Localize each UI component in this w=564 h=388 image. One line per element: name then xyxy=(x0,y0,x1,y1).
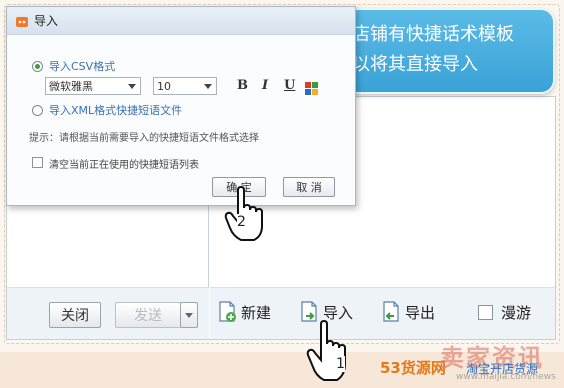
roam-toggle[interactable]: 漫游 xyxy=(478,300,531,324)
new-phrase-button[interactable]: 新建 xyxy=(218,300,271,324)
hand-pointer-icon xyxy=(224,185,270,242)
cancel-button[interactable]: 取 消 xyxy=(283,177,335,197)
app-icon xyxy=(15,14,29,28)
callout-line-2: 可以将其直接导入 xyxy=(334,54,478,75)
export-phrase-button[interactable]: 导出 xyxy=(382,300,435,324)
new-phrase-label: 新建 xyxy=(241,303,272,322)
step-2-label: 2 xyxy=(237,214,246,230)
underline-button[interactable]: U xyxy=(284,78,295,93)
roam-label: 漫游 xyxy=(501,303,532,322)
watermark-brand: 53货源网 xyxy=(380,359,446,377)
roam-checkbox[interactable] xyxy=(478,304,493,320)
close-button[interactable]: 关闭 xyxy=(49,302,101,328)
chat-bottom-bar: 关闭 发送 xyxy=(7,287,209,339)
export-phrase-label: 导出 xyxy=(405,303,436,322)
bold-button[interactable]: B xyxy=(237,78,248,93)
export-document-icon xyxy=(382,301,402,323)
font-size-value: 10 xyxy=(157,79,171,93)
callout-line-1: 若店铺有快捷话术模板 xyxy=(334,24,514,45)
xml-option-label: 导入XML格式快捷短语文件 xyxy=(49,104,183,117)
send-options-dropdown[interactable] xyxy=(180,302,198,328)
hint-text: 提示：请根据当前需要导入的快捷短语文件格式选择 xyxy=(29,133,259,144)
send-label: 发送 xyxy=(134,308,162,324)
chevron-down-icon xyxy=(128,84,136,89)
new-document-icon xyxy=(218,301,238,323)
hand-pointer-icon xyxy=(306,319,356,382)
dialog-title: 导入 xyxy=(34,14,59,28)
clear-list-label: 清空当前正在使用的快捷短语列表 xyxy=(49,160,199,171)
send-button[interactable]: 发送 xyxy=(115,302,181,328)
italic-button[interactable]: I xyxy=(262,78,268,93)
step-1-label: 1 xyxy=(336,356,345,372)
callout-bubble: 若店铺有快捷话术模板 可以将其直接导入 xyxy=(322,8,555,94)
dialog-body: 导入CSV格式 微软雅黑 10 B I U 导入XML格式快捷短语文件 提示：请… xyxy=(7,35,355,205)
chevron-down-icon xyxy=(204,84,212,89)
dialog-title-bar: 导入 xyxy=(7,7,355,35)
chevron-down-icon xyxy=(185,312,193,318)
color-picker-icon[interactable] xyxy=(305,80,318,95)
font-name-value: 微软雅黑 xyxy=(49,80,93,93)
csv-option-label: 导入CSV格式 xyxy=(49,60,116,73)
watermark-url: www.maijia.com/news xyxy=(456,372,556,382)
clear-list-checkbox[interactable] xyxy=(32,157,43,168)
font-name-select[interactable]: 微软雅黑 xyxy=(45,77,141,95)
import-dialog: 导入 导入CSV格式 微软雅黑 10 B I U 导入XML格式快捷短语文件 提… xyxy=(6,6,356,206)
csv-radio[interactable] xyxy=(32,61,43,72)
tutorial-frame: 关闭 发送 新建 导入 导出 漫游 若店铺有快捷话术模板 可以将其直接导入 导入… xyxy=(0,0,564,352)
xml-radio[interactable] xyxy=(32,105,43,116)
font-size-select[interactable]: 10 xyxy=(153,77,217,95)
